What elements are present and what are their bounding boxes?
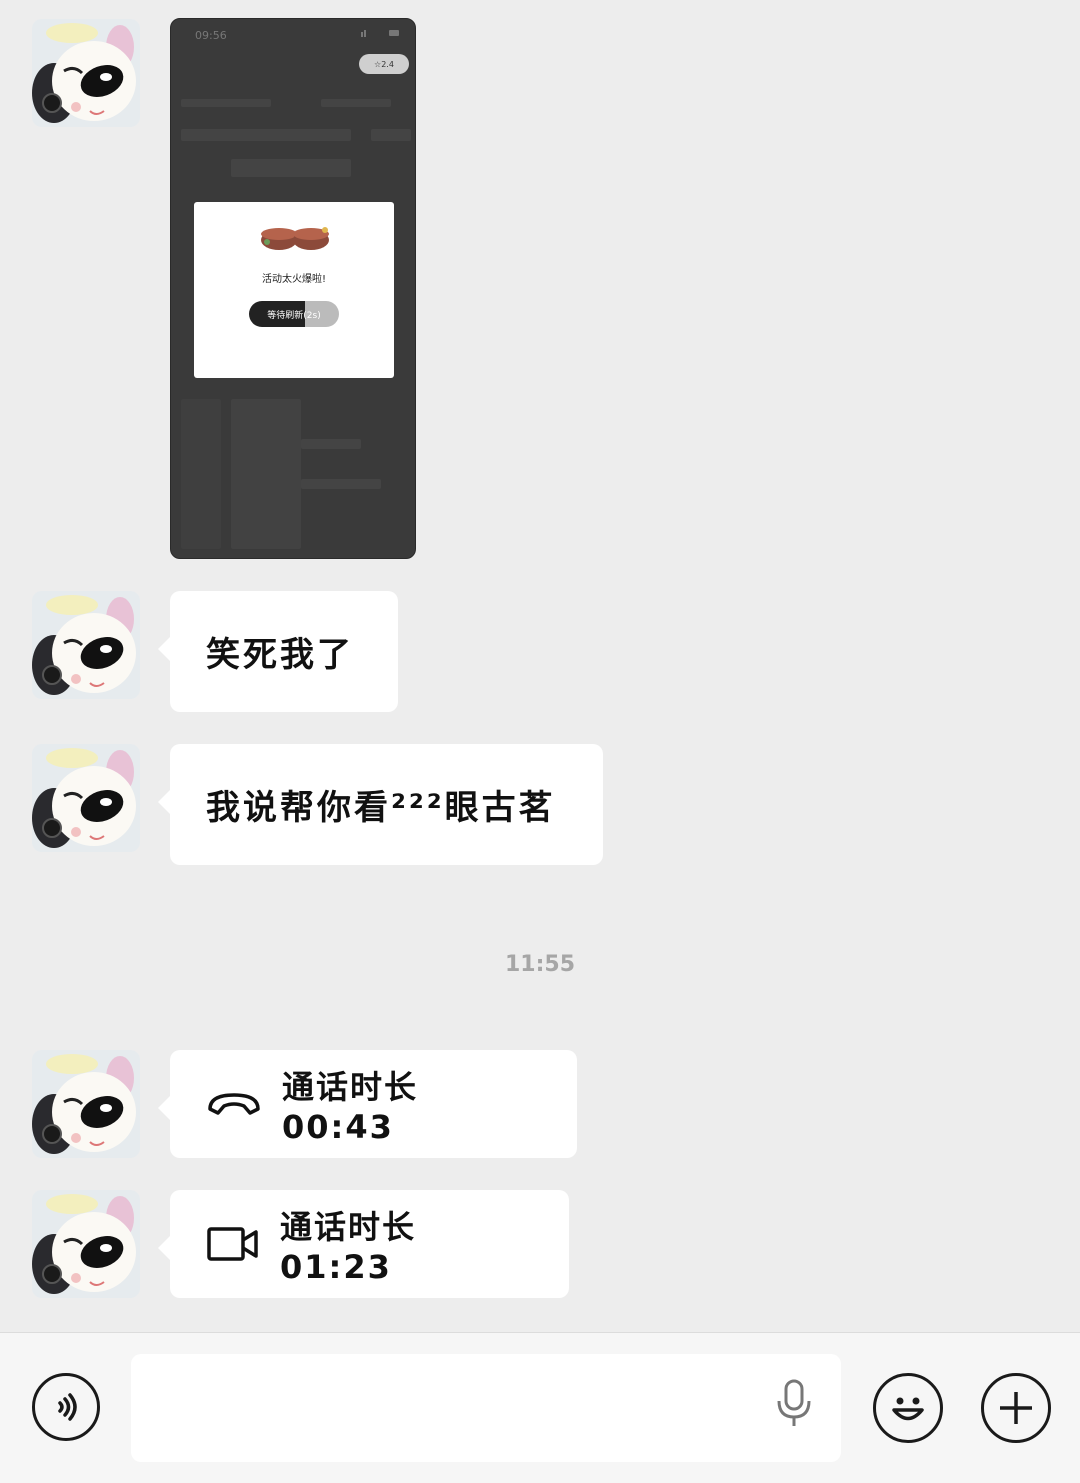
emoji-button[interactable] — [873, 1373, 943, 1443]
image-message[interactable]: 09:56 ☆2.4 活动太火爆啦! 等待刷新(2s) — [170, 18, 416, 559]
dialog-wait-button: 等待刷新(2s) — [249, 301, 339, 327]
plus-icon — [1000, 1392, 1032, 1424]
call-duration-text: 通话时长 00:43 — [282, 1068, 419, 1146]
emoji-icon — [892, 1397, 924, 1421]
text-message[interactable]: 我说帮你看²²²眼古茗 — [158, 744, 603, 865]
dialog-text: 活动太火爆啦! — [261, 274, 326, 285]
status-icons — [361, 30, 399, 37]
avatar[interactable] — [32, 744, 140, 852]
timestamp: 11:55 — [504, 952, 576, 977]
avatar[interactable] — [32, 1190, 140, 1298]
avatar[interactable] — [32, 19, 140, 127]
more-button[interactable] — [981, 1373, 1051, 1443]
phone-hangup-icon — [206, 1089, 262, 1119]
input-bar — [0, 1332, 1080, 1483]
microphone-icon[interactable] — [774, 1379, 814, 1429]
voice-mode-icon — [58, 1393, 77, 1421]
text-message[interactable]: 笑死我了 — [158, 591, 398, 712]
screenshot-dialog: 活动太火爆啦! 等待刷新(2s) — [194, 202, 394, 378]
voice-mode-button[interactable] — [32, 1373, 100, 1441]
call-duration-text: 通话时长 01:23 — [280, 1208, 417, 1286]
avatar[interactable] — [32, 591, 140, 699]
message-input[interactable] — [131, 1354, 841, 1462]
video-call-message[interactable]: 通话时长 01:23 — [158, 1190, 569, 1298]
video-camera-icon — [206, 1226, 260, 1262]
message-text: 我说帮你看²²²眼古茗 — [206, 788, 556, 828]
avatar[interactable] — [32, 1050, 140, 1158]
mascot-illustration — [261, 227, 329, 250]
voice-call-message[interactable]: 通话时长 00:43 — [158, 1050, 577, 1158]
screenshot-rating-pill: ☆2.4 — [359, 54, 409, 74]
screenshot-status-time: 09:56 — [195, 29, 227, 42]
message-text: 笑死我了 — [206, 635, 354, 675]
